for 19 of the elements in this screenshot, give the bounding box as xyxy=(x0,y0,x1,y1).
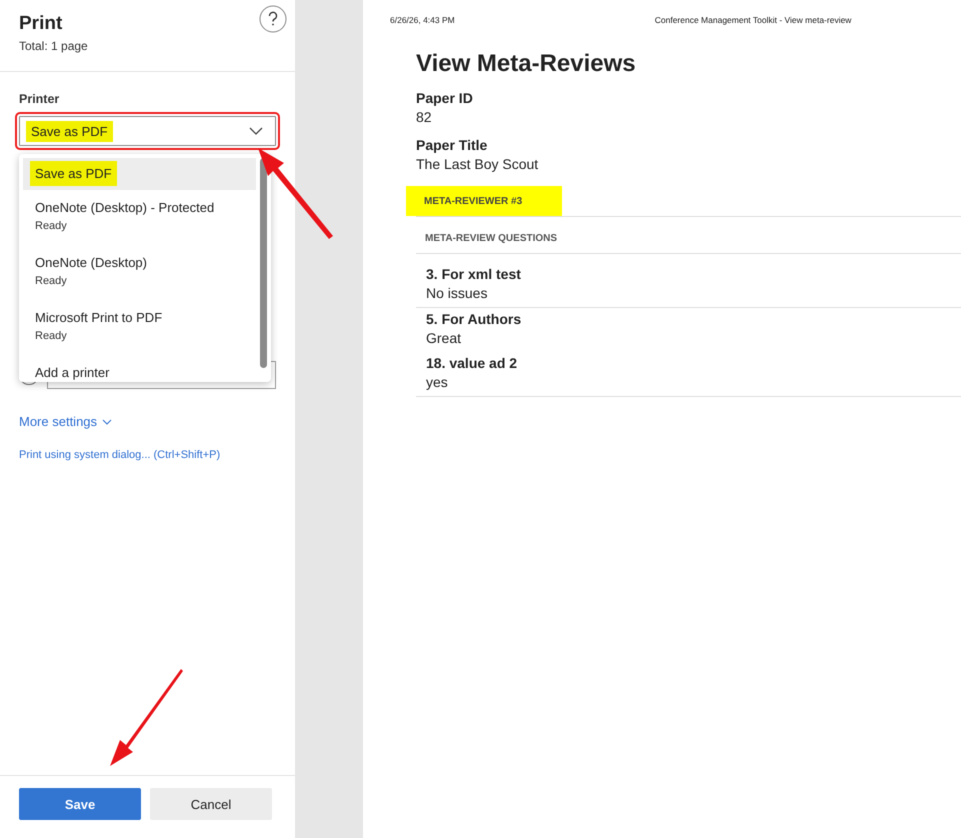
field-label: Paper Title xyxy=(416,137,488,153)
question-title: 18. value ad 2 xyxy=(426,355,518,371)
question-title: 5. For Authors xyxy=(426,311,522,327)
printer-label: Printer xyxy=(19,92,60,106)
answer-text: Great xyxy=(426,330,462,346)
reviewer-heading: META-REVIEWER #3 xyxy=(406,186,562,216)
field-label: Paper ID xyxy=(416,90,474,106)
print-date: 6/26/26, 4:43 PM xyxy=(390,15,455,25)
page-total: Total: 1 page xyxy=(19,39,88,53)
field-value: 82 xyxy=(416,109,433,125)
selected-printer: Save as PDF xyxy=(26,120,113,142)
page-header-title: Conference Management Toolkit - View meta-review xyxy=(654,15,852,25)
answer-text: yes xyxy=(426,374,449,390)
answer-text: No issues xyxy=(426,285,488,301)
dialog-title: Print xyxy=(19,13,64,35)
page-heading: View Meta-Reviews xyxy=(416,50,637,78)
field-value: The Last Boy Scout xyxy=(416,156,540,172)
section-heading: META-REVIEW QUESTIONS xyxy=(425,233,558,244)
question-title: 3. For xml test xyxy=(426,266,522,282)
